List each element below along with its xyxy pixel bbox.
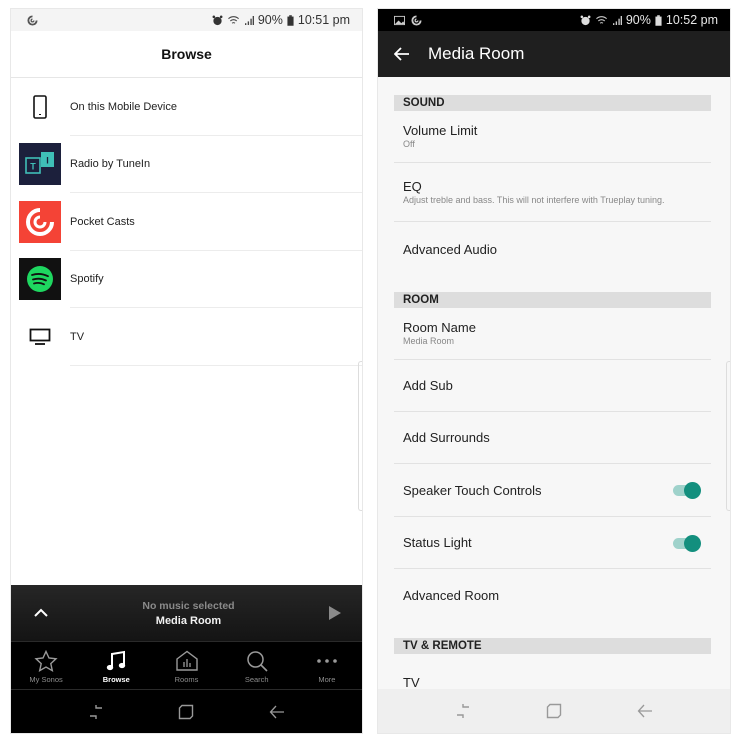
now-playing-room: Media Room	[155, 614, 222, 627]
source-label: Radio by TuneIn	[70, 158, 151, 171]
setting-advanced-audio[interactable]: Advanced Audio	[394, 222, 711, 276]
music-note-icon	[107, 650, 126, 670]
setting-add-sub[interactable]: Add Sub	[394, 360, 711, 412]
section-header-sound: SOUND	[394, 95, 711, 111]
svg-text:T: T	[30, 162, 36, 172]
signal-icon	[612, 15, 622, 25]
setting-status-light: Status Light	[394, 517, 711, 569]
gallery-notification-icon	[394, 15, 405, 25]
recent-apps-icon[interactable]	[455, 703, 471, 719]
speaker-touch-controls-toggle[interactable]	[673, 482, 701, 499]
settings-list: SOUND Volume Limit Off EQ Adjust treble …	[378, 77, 730, 690]
setting-add-surrounds[interactable]: Add Surrounds	[394, 412, 711, 464]
android-nav-bar	[11, 689, 362, 733]
music-source-list: On this Mobile Device IT Radio by TuneIn…	[11, 78, 362, 366]
tv-icon	[19, 316, 61, 358]
source-tv[interactable]: TV	[11, 308, 362, 366]
star-icon	[34, 649, 58, 672]
setting-speaker-touch-controls: Speaker Touch Controls	[394, 464, 711, 517]
app-bar: Media Room	[378, 31, 730, 77]
source-pocket-casts[interactable]: Pocket Casts	[11, 193, 362, 251]
home-icon[interactable]	[546, 703, 562, 719]
toggle-thumb	[684, 482, 701, 499]
source-spotify[interactable]: Spotify	[11, 251, 362, 309]
search-icon	[246, 650, 268, 672]
battery-percent: 90%	[625, 13, 651, 27]
status-bar: 90% 10:52 pm	[378, 9, 730, 31]
tab-more[interactable]: More	[292, 642, 362, 691]
setting-eq[interactable]: EQ Adjust treble and bass. This will not…	[394, 163, 711, 222]
battery-icon	[655, 14, 662, 26]
setting-room-name[interactable]: Room Name Media Room	[394, 308, 711, 360]
section-header-room: ROOM	[394, 292, 711, 308]
page-title: Media Room	[428, 44, 525, 63]
source-label: TV	[70, 330, 85, 343]
source-label: On this Mobile Device	[70, 100, 177, 113]
spotify-logo-icon	[19, 258, 61, 301]
source-label: Spotify	[70, 273, 104, 286]
source-mobile-device[interactable]: On this Mobile Device	[11, 78, 362, 136]
alarm-icon	[212, 15, 223, 25]
play-icon[interactable]	[328, 605, 342, 621]
back-arrow-icon[interactable]	[394, 47, 410, 61]
page-title: Browse	[161, 46, 212, 62]
source-tunein[interactable]: IT Radio by TuneIn	[11, 136, 362, 194]
setting-tv[interactable]: TV	[394, 654, 711, 690]
alarm-icon	[580, 15, 591, 25]
status-light-toggle[interactable]	[673, 534, 701, 552]
back-icon[interactable]	[637, 703, 653, 719]
edge-panel-handle[interactable]	[358, 361, 362, 511]
tunein-logo-icon: IT	[19, 143, 61, 186]
clock: 10:51 pm	[297, 13, 350, 27]
browse-header: Browse	[11, 31, 362, 78]
wifi-icon	[595, 15, 607, 24]
setting-advanced-room[interactable]: Advanced Room	[394, 569, 711, 621]
bottom-tab-bar: My Sonos Browse Rooms Search More	[11, 641, 362, 691]
tab-my-sonos[interactable]: My Sonos	[11, 642, 81, 691]
back-icon[interactable]	[269, 704, 285, 720]
source-label: Pocket Casts	[70, 215, 135, 228]
browse-screen: 90% 10:51 pm Browse On this Mobile Devic…	[10, 8, 363, 734]
phone-icon	[19, 86, 61, 128]
svg-text:I: I	[46, 156, 49, 166]
home-icon[interactable]	[178, 704, 194, 720]
edge-panel-handle[interactable]	[726, 361, 730, 511]
tab-search[interactable]: Search	[222, 642, 292, 691]
pocket-casts-notification-icon	[27, 14, 38, 26]
tab-rooms[interactable]: Rooms	[151, 642, 221, 691]
status-bar: 90% 10:51 pm	[11, 9, 362, 31]
setting-volume-limit[interactable]: Volume Limit Off	[394, 111, 711, 163]
battery-icon	[287, 14, 294, 26]
pocket-casts-notification-icon	[411, 14, 422, 26]
wifi-icon	[227, 15, 239, 24]
battery-percent: 90%	[257, 13, 283, 27]
signal-icon	[244, 15, 254, 25]
more-dots-icon	[317, 658, 337, 663]
section-header-tv-remote: TV & REMOTE	[394, 638, 711, 654]
recent-apps-icon[interactable]	[88, 704, 104, 720]
pocket-casts-logo-icon	[19, 200, 61, 243]
tab-browse[interactable]: Browse	[81, 642, 151, 691]
chevron-up-icon[interactable]	[33, 608, 49, 618]
room-settings-screen: 90% 10:52 pm Media Room SOUND Volume Lim…	[377, 8, 731, 734]
android-nav-bar	[378, 689, 730, 733]
rooms-icon	[175, 650, 198, 671]
now-playing-status: No music selected	[142, 599, 235, 612]
mini-player[interactable]: No music selected Media Room	[11, 585, 362, 641]
clock: 10:52 pm	[665, 13, 718, 27]
toggle-thumb	[684, 534, 701, 552]
